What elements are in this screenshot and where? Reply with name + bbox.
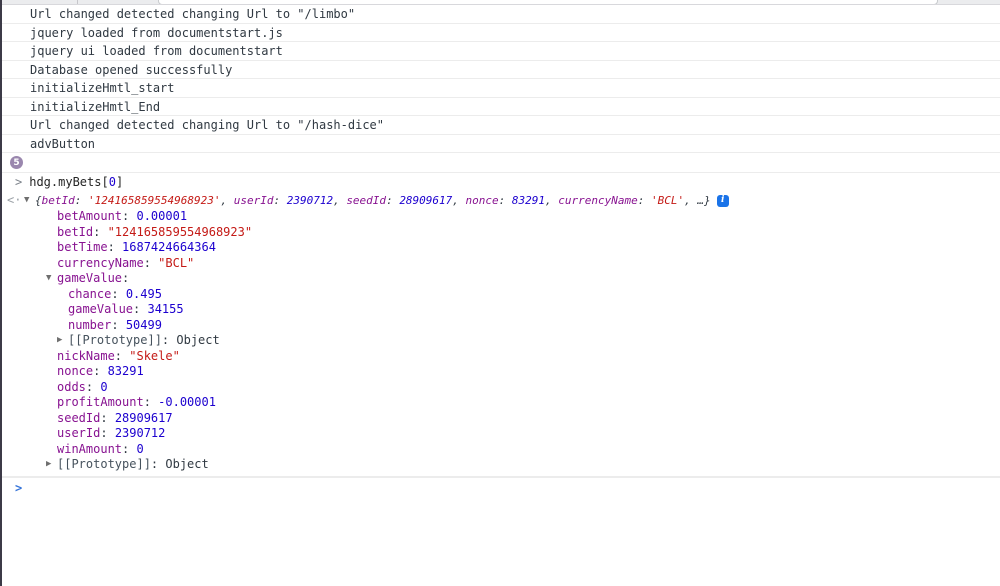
console-log-row: jquery ui loaded from documentstart [2, 42, 1000, 61]
property-colon: : [108, 240, 122, 256]
property-value: 0.00001 [136, 209, 187, 225]
property-value: 28909617 [115, 411, 173, 427]
property-value: 0 [136, 442, 143, 458]
property-value: Object [176, 333, 219, 349]
property-value: 0 [100, 380, 107, 396]
object-property-row: userId: 2390712 [2, 426, 1000, 442]
property-value: 1687424664364 [122, 240, 216, 256]
object-property-row: nonce: 83291 [2, 364, 1000, 380]
object-preview-tokens[interactable]: {betId: '124165859554968923', userId: 23… [35, 192, 711, 209]
expand-collapse-icon[interactable]: ▶ [57, 333, 68, 349]
property-colon: : [111, 287, 125, 303]
property-key: userId [57, 426, 100, 442]
console-result-block: <· ▼ {betId: '124165859554968923', userI… [2, 192, 1000, 477]
property-value: "BCL" [158, 256, 194, 272]
property-colon: : [162, 333, 176, 349]
command-chevron-icon: > [2, 175, 29, 189]
expand-collapse-icon[interactable]: ▼ [24, 192, 35, 209]
object-property-row: betTime: 1687424664364 [2, 240, 1000, 256]
object-property-row: ▼gameValue: [2, 271, 1000, 287]
property-key: winAmount [57, 442, 122, 458]
toolbar-separator [77, 0, 78, 5]
property-key: nonce [57, 364, 93, 380]
property-colon: : [122, 442, 136, 458]
object-property-row: betId: "124165859554968923" [2, 225, 1000, 241]
property-colon: : [100, 426, 114, 442]
expand-collapse-icon[interactable]: ▶ [46, 457, 57, 473]
command-expression: hdg.myBets[0] [29, 175, 123, 189]
console-log-row: Database opened successfully [2, 61, 1000, 80]
property-key: chance [68, 287, 111, 303]
issues-count-badge[interactable]: 5 [10, 156, 23, 169]
property-key: odds [57, 380, 86, 396]
property-key: nickName [57, 349, 115, 365]
property-colon: : [122, 209, 136, 225]
object-property-row: number: 50499 [2, 318, 1000, 334]
console-toolbar-sliver [2, 0, 1000, 5]
console-log-row: initializeHmtl_End [2, 98, 1000, 117]
property-key: profitAmount [57, 395, 144, 411]
console-prompt-row[interactable]: > [2, 477, 1000, 497]
object-property-row: ▶[[Prototype]]: Object [2, 333, 1000, 349]
object-property-row: betAmount: 0.00001 [2, 209, 1000, 225]
devtools-console-panel: Url changed detected changing Url to "/l… [0, 0, 1000, 586]
console-log-row: Url changed detected changing Url to "/l… [2, 5, 1000, 24]
object-tree: betAmount: 0.00001 betId: "1241658595549… [2, 209, 1000, 473]
property-value: -0.00001 [158, 395, 216, 411]
property-value: 50499 [126, 318, 162, 334]
property-key: currencyName [57, 256, 144, 272]
object-property-row: seedId: 28909617 [2, 411, 1000, 427]
property-key: betTime [57, 240, 108, 256]
console-log-rows: Url changed detected changing Url to "/l… [2, 5, 1000, 153]
object-property-row: currencyName: "BCL" [2, 256, 1000, 272]
property-colon: : [93, 364, 107, 380]
console-log-row: initializeHmtl_start [2, 79, 1000, 98]
console-log-row: jquery loaded from documentstart.js [2, 24, 1000, 43]
property-colon: : [133, 302, 147, 318]
property-value: "Skele" [129, 349, 180, 365]
object-property-row: nickName: "Skele" [2, 349, 1000, 365]
object-preview-row: <· ▼ {betId: '124165859554968923', userI… [2, 192, 1000, 209]
property-colon: : [122, 271, 136, 287]
issues-badge-row: 5 [2, 153, 1000, 173]
property-colon: : [144, 256, 158, 272]
property-colon: : [86, 380, 100, 396]
prompt-chevron-icon: > [2, 481, 22, 495]
property-value: 0.495 [126, 287, 162, 303]
object-property-row: profitAmount: -0.00001 [2, 395, 1000, 411]
property-colon: : [144, 395, 158, 411]
property-colon: : [111, 318, 125, 334]
property-colon: : [151, 457, 165, 473]
property-value: 2390712 [115, 426, 166, 442]
object-property-row: gameValue: 34155 [2, 302, 1000, 318]
console-command-row: >hdg.myBets[0] [2, 173, 1000, 192]
property-key: seedId [57, 411, 100, 427]
property-value: "124165859554968923" [108, 225, 253, 241]
property-colon: : [115, 349, 129, 365]
property-key: gameValue [57, 271, 122, 287]
object-property-row: chance: 0.495 [2, 287, 1000, 303]
property-colon: : [93, 225, 107, 241]
property-key: betAmount [57, 209, 122, 225]
property-value: 34155 [147, 302, 183, 318]
property-colon: : [100, 411, 114, 427]
property-key: number [68, 318, 111, 334]
object-property-row: winAmount: 0 [2, 442, 1000, 458]
property-value: 83291 [108, 364, 144, 380]
object-property-row: ▶[[Prototype]]: Object [2, 457, 1000, 473]
expand-collapse-icon[interactable]: ▼ [46, 271, 57, 287]
console-filter-input[interactable] [158, 0, 938, 5]
console-log-row: Url changed detected changing Url to "/h… [2, 116, 1000, 135]
property-key: [[Prototype]] [57, 457, 151, 473]
result-arrow-icon: <· [2, 192, 24, 209]
evaluated-info-icon[interactable]: i [717, 195, 729, 207]
console-log-row: advButton [2, 135, 1000, 154]
property-key: betId [57, 225, 93, 241]
property-key: [[Prototype]] [68, 333, 162, 349]
object-property-row: odds: 0 [2, 380, 1000, 396]
property-key: gameValue [68, 302, 133, 318]
property-value: Object [165, 457, 208, 473]
